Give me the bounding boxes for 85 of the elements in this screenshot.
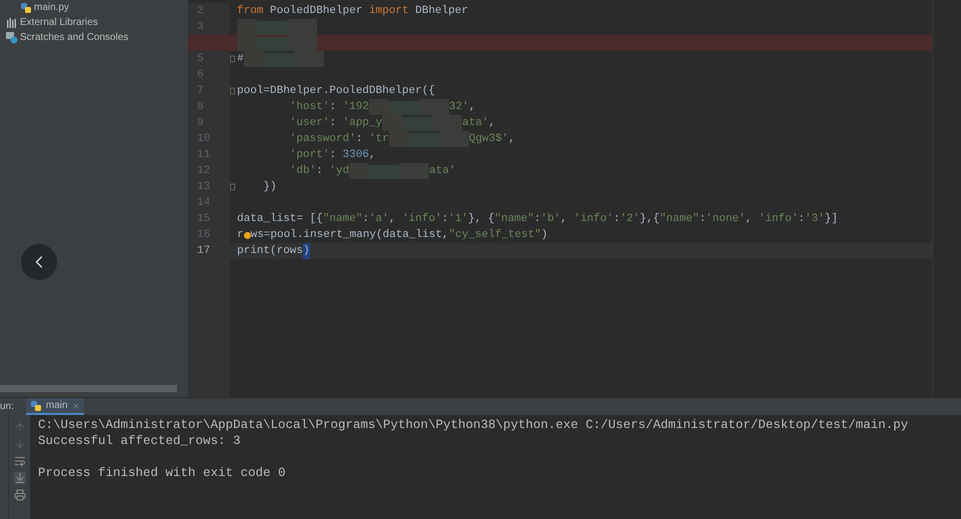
tree-item[interactable]: main.py xyxy=(0,0,188,15)
tree-item[interactable]: Scratches and Consoles xyxy=(0,30,188,45)
tree-item[interactable]: External Libraries xyxy=(0,15,188,30)
code-token: 'tr xyxy=(369,132,389,147)
code-token: 3306 xyxy=(342,148,370,163)
python-icon xyxy=(30,400,42,412)
console-line: Successful affected_rows: 3 xyxy=(38,433,241,449)
code-token: : xyxy=(316,164,324,179)
code-token: , xyxy=(508,132,516,147)
code-token: ata' xyxy=(429,164,456,179)
code-token: : xyxy=(798,212,805,227)
code-token: : xyxy=(699,212,706,227)
code-token: ata' xyxy=(462,116,489,131)
fold-icon[interactable] xyxy=(230,183,235,191)
code-token: '3' xyxy=(804,212,825,227)
code-token: : xyxy=(534,212,541,227)
code-token: DBhelper xyxy=(414,4,468,19)
code-token: : xyxy=(329,100,338,115)
code-token: }, { xyxy=(468,212,494,227)
code-token: 'db' xyxy=(288,164,316,179)
code-token: '2' xyxy=(620,212,640,227)
code-token: PooledDBhelper xyxy=(269,4,364,19)
close-icon[interactable] xyxy=(72,402,80,410)
fold-icon[interactable] xyxy=(230,55,235,63)
code-token: },{ xyxy=(640,212,660,227)
code-token: 'info' xyxy=(574,212,614,227)
code-token: 'password' xyxy=(288,132,356,147)
code-token: , xyxy=(388,212,396,227)
code-token: "name" xyxy=(660,212,700,227)
code-token: "name" xyxy=(494,212,534,227)
code-token: : xyxy=(362,212,370,227)
code-token: , xyxy=(745,212,754,227)
code-token: r xyxy=(237,228,244,243)
code-token: Qgw3$' xyxy=(468,132,508,147)
line-number: 17 xyxy=(197,244,210,259)
code-token: 'none' xyxy=(706,212,746,227)
code-token: 'port' xyxy=(288,148,330,163)
code-token: 'info' xyxy=(402,212,442,227)
code-token: 'user' xyxy=(288,116,330,131)
console-line: C:\Users\Administrator\AppData\Local\Programs\Python\Python38\python.exe C:/Users/Administrator/Desktop/test/main.py xyxy=(38,417,908,433)
code-token: 'app_y xyxy=(342,116,382,131)
code-token: : xyxy=(329,148,338,163)
code-token: data_list= [{ xyxy=(237,212,323,227)
code-token: ws=pool.insert_many(data_list, xyxy=(250,228,449,243)
code-token: : xyxy=(356,132,364,147)
code-token: pool=DBhelper.PooledDBhelper({ xyxy=(237,84,436,99)
code-token: 'b' xyxy=(540,212,561,227)
scratches-icon xyxy=(6,32,18,44)
code-token: , xyxy=(488,116,496,131)
print-icon[interactable] xyxy=(14,489,26,501)
wrap-icon[interactable] xyxy=(14,455,26,467)
code-token: , xyxy=(560,212,568,227)
code-token: }] xyxy=(824,212,838,227)
library-icon xyxy=(6,16,18,28)
code-token: print(rows xyxy=(237,244,304,259)
console-line: Process finished with exit code 0 xyxy=(38,465,286,481)
code-token: , xyxy=(369,148,376,163)
run-label: un: xyxy=(0,400,14,414)
python-icon xyxy=(20,2,32,14)
code-token: 32' xyxy=(449,100,469,115)
code-token: ) xyxy=(541,228,548,243)
arrow-up-icon[interactable] xyxy=(14,421,26,433)
code-token: "cy_self_test" xyxy=(448,228,542,243)
code-token: : xyxy=(329,116,338,131)
arrow-down-icon[interactable] xyxy=(14,438,26,450)
code-token: 'info' xyxy=(758,212,798,227)
code-token: 'yd xyxy=(329,164,350,179)
code-token: '192 xyxy=(342,100,370,115)
code-token: "name" xyxy=(322,212,362,227)
scrollbar[interactable] xyxy=(0,385,177,392)
code-token: from xyxy=(237,4,264,19)
code-token: }) xyxy=(262,180,277,195)
code-token: import xyxy=(369,4,409,19)
fold-icon[interactable] xyxy=(230,87,235,95)
code-token: 'host' xyxy=(288,100,330,115)
bulb-icon[interactable] xyxy=(244,232,251,238)
run-tab[interactable]: main xyxy=(26,398,84,415)
code-token: # xyxy=(237,52,244,67)
scroll-to-end-icon[interactable] xyxy=(14,472,26,484)
code-token: '1' xyxy=(448,212,468,227)
code-token: 'a' xyxy=(369,212,389,227)
code-token: ) xyxy=(303,242,310,260)
code-token: : xyxy=(442,212,448,227)
code-token: : xyxy=(613,212,620,227)
code-token: , xyxy=(468,100,476,115)
